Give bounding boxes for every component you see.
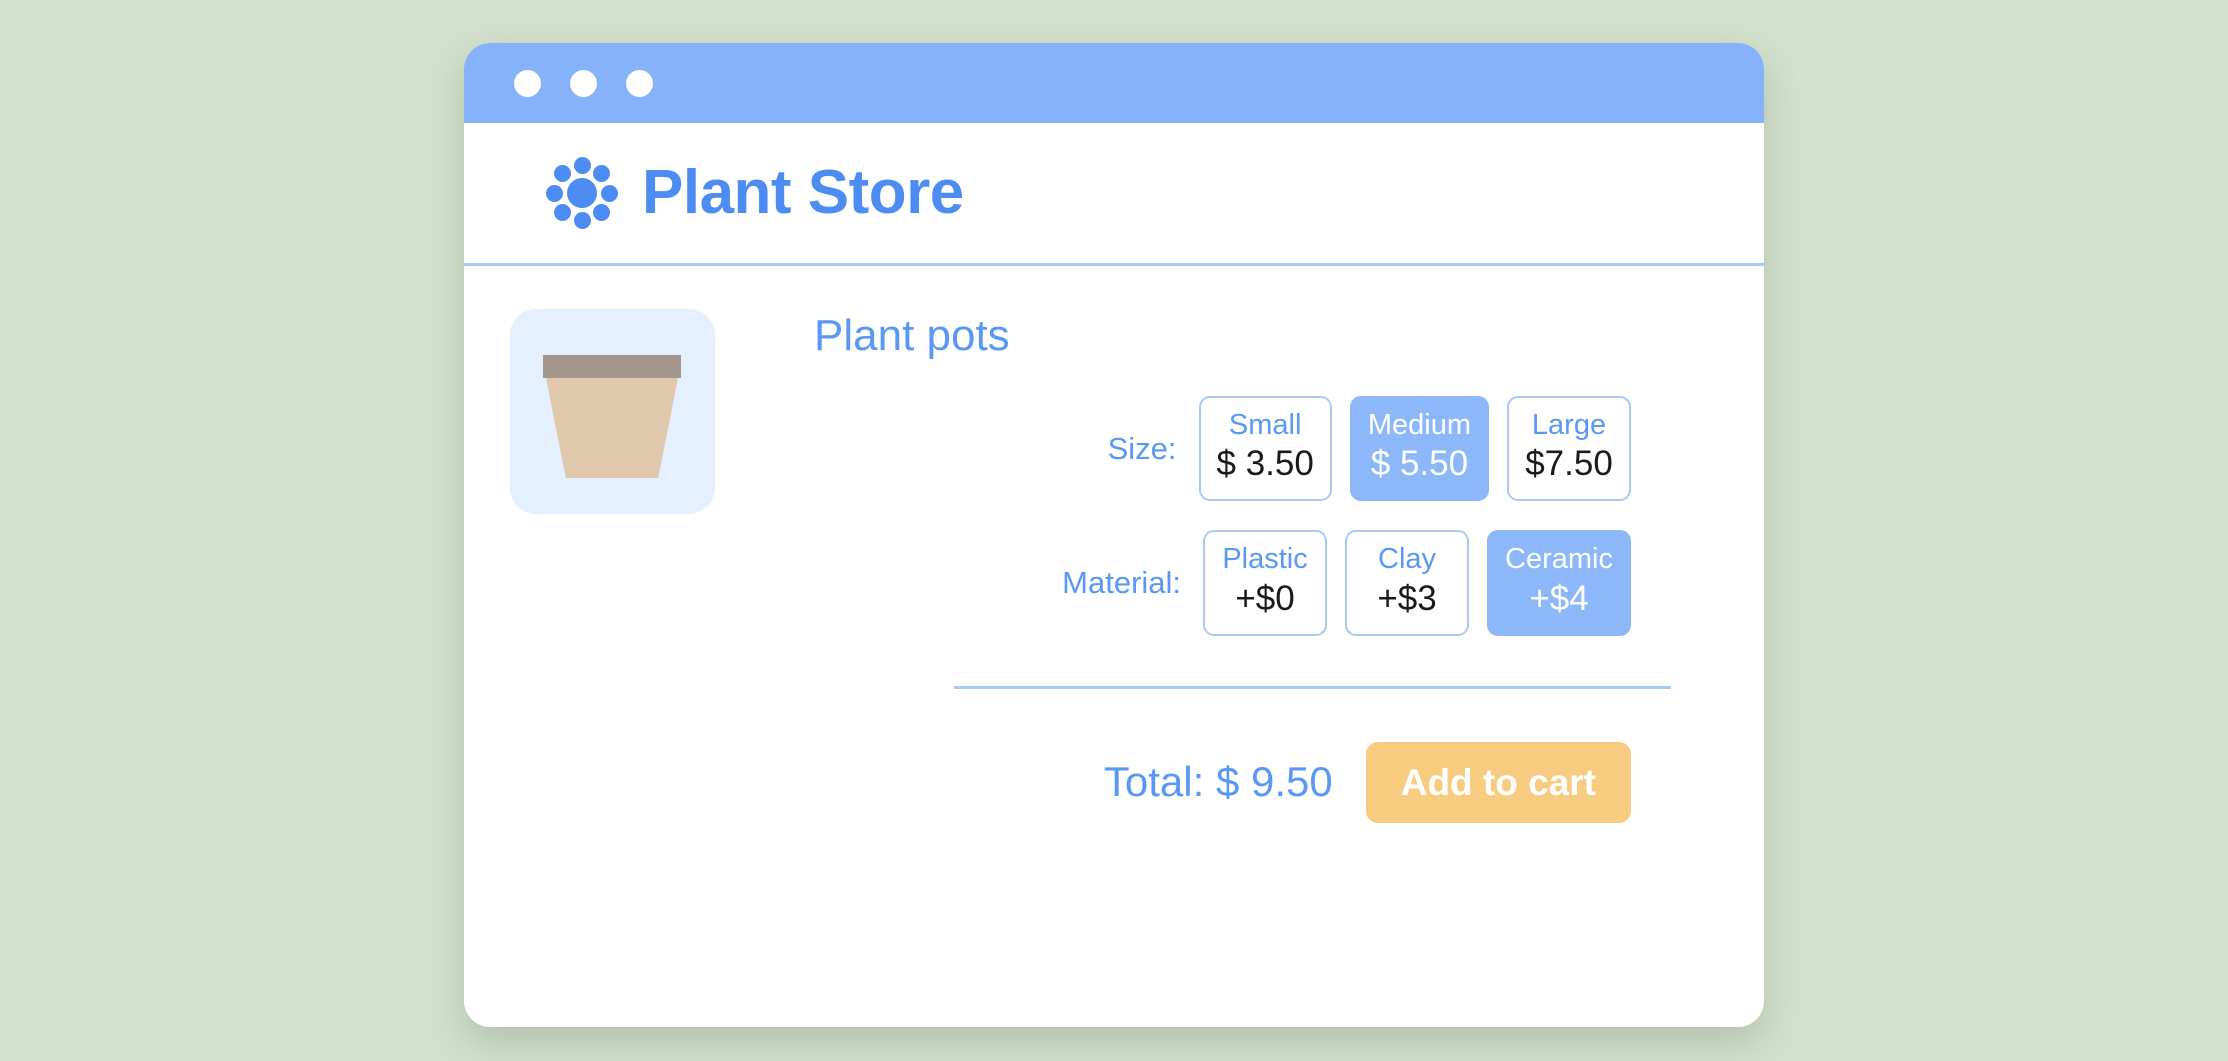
brand-header: Plant Store — [464, 123, 1764, 266]
plant-pot-icon — [510, 309, 715, 514]
material-option-ceramic[interactable]: Ceramic +$4 — [1487, 530, 1631, 636]
flower-logo-icon — [546, 157, 618, 229]
size-option-medium[interactable]: Medium $ 5.50 — [1349, 396, 1489, 502]
product-title: Plant pots — [814, 311, 1010, 360]
material-option-clay-price: +$3 — [1377, 578, 1437, 618]
add-to-cart-button[interactable]: Add to cart — [1365, 741, 1631, 823]
size-option-large-name: Large — [1531, 409, 1607, 441]
total-price-label: Total: $ 9.50 — [1103, 758, 1333, 806]
product-detail: Plant pots Size: Small $ 3.50 Medium $ 5… — [715, 309, 1764, 823]
product-body: Plant pots Size: Small $ 3.50 Medium $ 5… — [464, 266, 1764, 823]
material-option-ceramic-price: +$4 — [1529, 578, 1589, 618]
material-option-ceramic-name: Ceramic — [1505, 543, 1613, 576]
size-option-medium-price: $ 5.50 — [1370, 444, 1469, 484]
size-option-small-price: $ 3.50 — [1216, 444, 1314, 484]
size-option-small-name: Small — [1228, 409, 1302, 441]
material-option-plastic-name: Plastic — [1222, 543, 1308, 576]
size-option-row: Size: Small $ 3.50 Medium $ 5.50 Large $… — [814, 396, 1764, 502]
summary-divider — [954, 685, 1671, 689]
minimize-dot-icon[interactable] — [570, 69, 597, 97]
size-option-small[interactable]: Small $ 3.50 — [1198, 396, 1332, 502]
app-window: Plant Store Plant pots Size: Small $ 3.5… — [464, 43, 1764, 1027]
size-option-large[interactable]: Large $7.50 — [1507, 396, 1631, 502]
summary-row: Total: $ 9.50 Add to cart — [814, 741, 1764, 823]
window-title-bar — [464, 43, 1764, 123]
material-option-plastic[interactable]: Plastic +$0 — [1203, 530, 1328, 636]
size-option-large-price: $7.50 — [1525, 444, 1613, 484]
material-option-row: Material: Plastic +$0 Clay +$3 Ceramic +… — [814, 530, 1764, 636]
material-option-plastic-price: +$0 — [1235, 578, 1295, 618]
pot-rim-shape — [543, 355, 681, 378]
size-option-medium-name: Medium — [1367, 409, 1471, 441]
close-dot-icon[interactable] — [514, 69, 541, 97]
pot-body-shape — [546, 378, 678, 478]
size-label: Size: — [1107, 430, 1177, 466]
material-label: Material: — [1062, 565, 1182, 601]
material-option-clay[interactable]: Clay +$3 — [1345, 530, 1470, 636]
brand-title: Plant Store — [642, 158, 964, 227]
maximize-dot-icon[interactable] — [626, 69, 653, 97]
material-option-clay-name: Clay — [1378, 543, 1437, 576]
